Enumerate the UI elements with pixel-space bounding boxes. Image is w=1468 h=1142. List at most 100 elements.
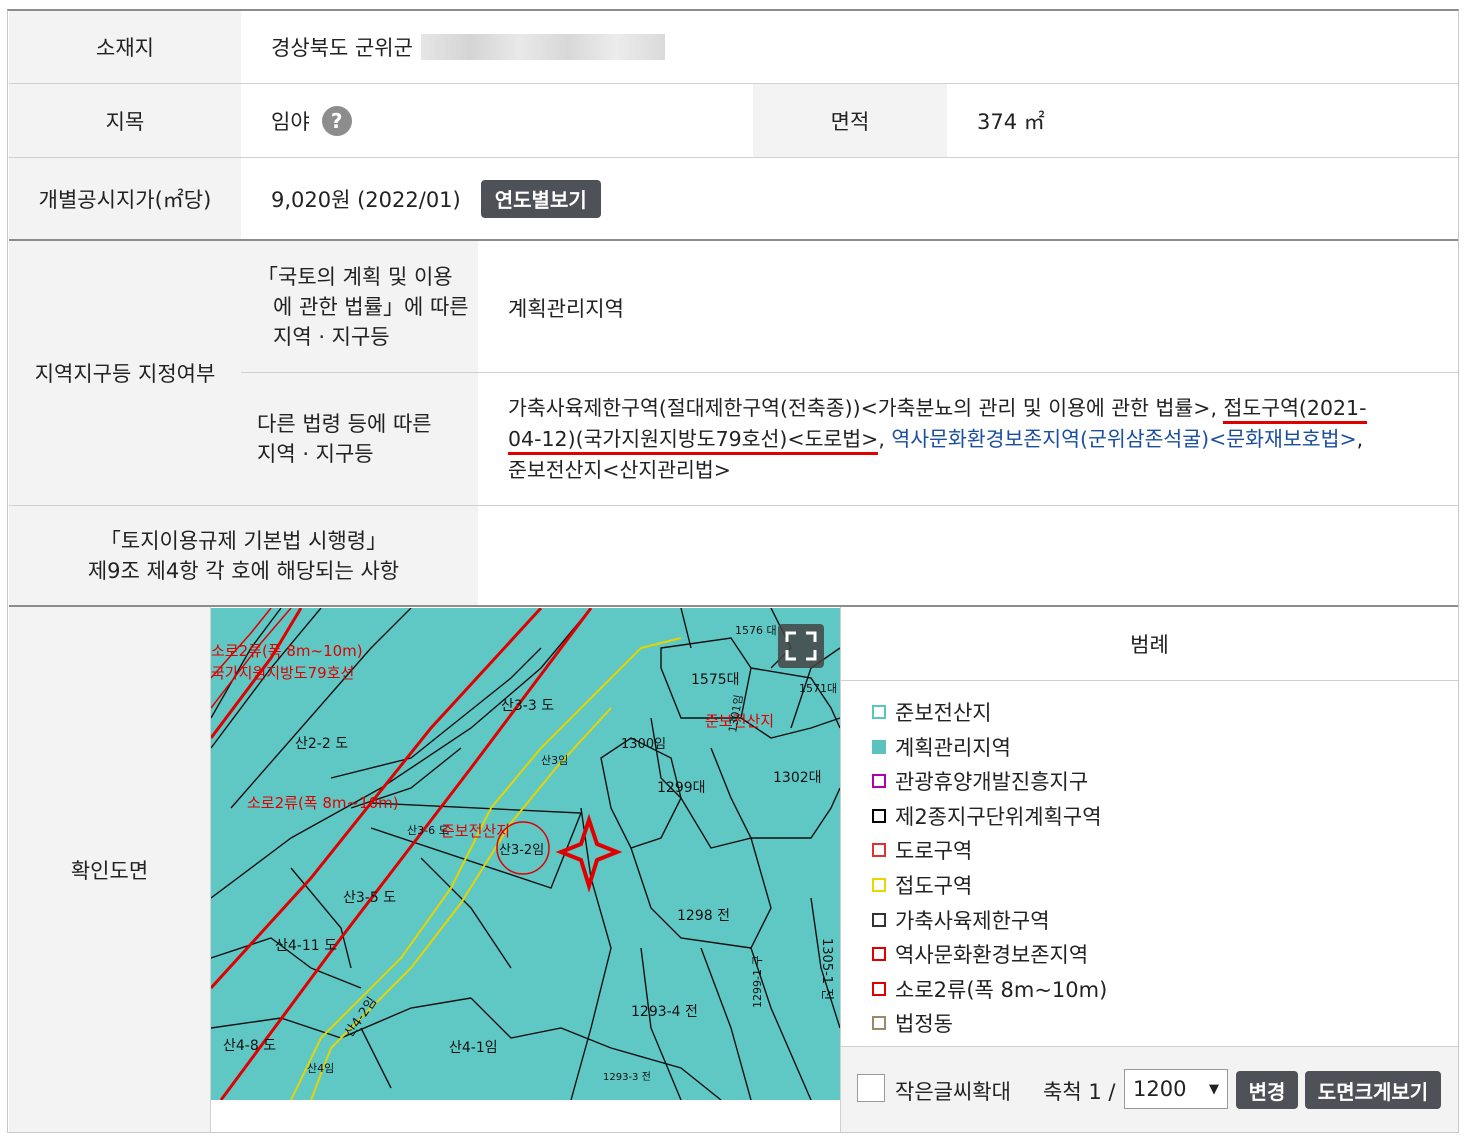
legend-item-label: 준보전산지: [895, 701, 992, 725]
other-law-label-line1: 다른 법령 등에 따른: [257, 412, 432, 436]
location-value: 경상북도 군위군: [241, 11, 1458, 83]
legend-item: 도로구역: [872, 837, 972, 863]
legend-swatch: [872, 808, 886, 823]
basic-act-label: 「토지이용규제 기본법 시행령」 제9조 제4항 각 호에 해당되는 사항: [9, 506, 478, 605]
official-price-label: 개별공시지가(㎡당): [9, 158, 241, 239]
national-law-value-text: 계획관리지역: [508, 297, 624, 321]
legend-title: 범례: [841, 607, 1458, 680]
legend-item-label: 법정동: [895, 1012, 953, 1037]
map-parcel-label: 산4-11 도: [275, 938, 337, 954]
yearly-view-button[interactable]: 연도별보기: [480, 179, 601, 218]
road-access-zone-text-cont: 04-12)(국가지원지방도79호선)<도로법>: [508, 426, 879, 455]
area-value: 374 ㎡: [947, 84, 1458, 157]
map-controls: 작은글씨확대 축척 1 / 1200 ▼ 변경 도면크게보기: [841, 1047, 1458, 1132]
enlarge-text-checkbox[interactable]: [857, 1074, 885, 1102]
address-redaction: [420, 34, 665, 60]
map-parcel-label: 1293-3 전: [603, 1071, 651, 1083]
legend-item: 준보전산지: [872, 699, 992, 725]
legend-swatch: [872, 947, 886, 962]
location-value-text: 경상북도 군위군: [271, 36, 413, 60]
legend-item: 제2종지구단위계획구역: [872, 803, 1102, 829]
map-road-width-top-label: 소로2류(폭 8m~10m): [211, 642, 363, 660]
map-parcel-label: 1299대: [657, 780, 706, 796]
legend-item-label: 가축사육제한구역: [895, 908, 1050, 933]
chevron-down-icon: ▼: [1209, 1082, 1219, 1097]
legend-item: 법정동: [872, 1010, 953, 1036]
map-parcel-label: 산3-3 도: [501, 698, 554, 714]
scale-select[interactable]: 1200 ▼: [1124, 1069, 1228, 1109]
official-price-value: 9,020원 (2022/01) 연도별보기: [241, 158, 752, 239]
other-law-label-line2: 지역 · 지구등: [257, 442, 374, 466]
heritage-zone-link[interactable]: 역사문화환경보존지역(군위삼존석굴)<문화재보호법>: [891, 427, 1356, 451]
basic-act-value: [478, 506, 1458, 605]
area-label: 면적: [753, 84, 947, 157]
legend-item-label: 역사문화환경보존지역: [895, 943, 1089, 968]
fullscreen-icon[interactable]: [778, 624, 824, 668]
legend-swatch: [872, 843, 886, 858]
other-law-value: 가축사육제한구역(절대제한구역(전축종))<가축분뇨의 관리 및 이용에 관한 …: [478, 373, 1458, 505]
map-parcel-label: 산4임: [307, 1062, 334, 1075]
legend-swatch: [872, 981, 886, 996]
national-law-label: 「국토의 계획 및 이용 에 관한 법률」에 따른 지역 · 지구등: [241, 241, 478, 372]
location-label-text: 소재지: [96, 36, 154, 60]
legend-item-label: 계획관리지역: [895, 735, 1011, 760]
national-law-label-line1: 「국토의 계획 및 이용: [257, 264, 453, 289]
map-semi-forest-label: 준보전산지: [441, 822, 510, 840]
basic-act-label-line1: 「토지이용규제 기본법 시행령」: [99, 528, 388, 553]
livestock-zone-text: 가축사육제한구역(절대제한구역(전축종))<가축분뇨의 관리 및 이용에 관한 …: [508, 395, 1224, 420]
semi-preservation-forest-text: 준보전산지<산지관리법>: [508, 457, 731, 482]
cadastral-map[interactable]: 소로2류(폭 8m~10m) 국가지원지방도79호선 소로2류(폭 8m~10m…: [211, 608, 840, 1100]
separator: ,: [878, 426, 892, 451]
legend-swatch: [872, 739, 886, 754]
map-parcel-label: 1302대: [773, 770, 822, 786]
map-parcel-label: 산4-1임: [449, 1040, 498, 1056]
map-parcel-label: 1298 전: [677, 908, 730, 924]
legend-item-label: 관광휴양개발진흥지구: [895, 770, 1089, 795]
legend-swatch: [872, 705, 886, 719]
national-law-label-line3: 지역 · 지구등: [273, 324, 390, 349]
legend-swatch: [872, 912, 886, 927]
legend-item: 역사문화환경보존지역: [872, 941, 1088, 967]
legend-item: 관광휴양개발진흥지구: [872, 768, 1088, 794]
legend-item-label: 접도구역: [895, 874, 973, 898]
map-parcel-label: 산3-2임: [499, 843, 544, 858]
map-bottom-margin: [211, 1100, 840, 1132]
map-parcel-label: 산2-2 도: [295, 736, 348, 752]
row-divider: [841, 680, 1458, 681]
enlarge-text-label: 작은글씨확대: [895, 1080, 1011, 1104]
legend-item: 계획관리지역: [872, 734, 1011, 760]
land-category-value-text: 임야: [271, 109, 310, 134]
official-price-label-text: 개별공시지가(㎡당): [38, 187, 212, 212]
legend-item-label: 소로2류(폭 8m~10m): [895, 977, 1108, 1002]
zoning-label: 지역지구등 지정여부: [9, 241, 241, 505]
map-parcel-label: 산3임: [541, 754, 568, 767]
map-parcel-label: 산4-8 도: [223, 1038, 276, 1054]
location-label: 소재지: [9, 11, 241, 83]
legend-item-label: 제2종지구단위계획구역: [895, 804, 1102, 829]
basic-act-label-line2: 제9조 제4항 각 호에 해당되는 사항: [87, 558, 400, 583]
map-section-label-text: 확인도면: [70, 858, 149, 883]
scale-select-value: 1200: [1133, 1077, 1187, 1101]
land-category-value: 임야 ?: [241, 84, 752, 157]
land-category-label: 지목: [9, 84, 241, 157]
help-icon[interactable]: ?: [321, 105, 352, 136]
zoning-label-text: 지역지구등 지정여부: [34, 362, 216, 386]
map-parcel-label: 1575대: [691, 672, 740, 688]
empty-cell: [753, 158, 1458, 239]
legend-item: 가축사육제한구역: [872, 907, 1050, 933]
large-map-view-button[interactable]: 도면크게보기: [1305, 1071, 1441, 1109]
change-scale-button[interactable]: 변경: [1236, 1071, 1298, 1109]
land-category-label-text: 지목: [105, 109, 145, 134]
map-route-label: 국가지원지방도79호선: [211, 664, 354, 682]
area-value-text: 374 ㎡: [977, 109, 1045, 134]
map-parcel-label: 1305-1 전: [819, 938, 834, 1000]
map-parcel-label: 산3-5 도: [343, 890, 396, 906]
map-road-width-label: 소로2류(폭 8m~10m): [247, 794, 399, 812]
other-law-label: 다른 법령 등에 따른 지역 · 지구등: [241, 373, 478, 505]
legend-swatch: [872, 878, 886, 892]
legend-item: 접도구역: [872, 872, 972, 898]
official-price-value-text: 9,020원 (2022/01): [271, 187, 461, 212]
national-law-label-line2: 에 관한 법률」에 따른: [273, 294, 469, 319]
map-parcel-label: 1571대: [799, 682, 837, 695]
map-section-label: 확인도면: [9, 607, 210, 1132]
